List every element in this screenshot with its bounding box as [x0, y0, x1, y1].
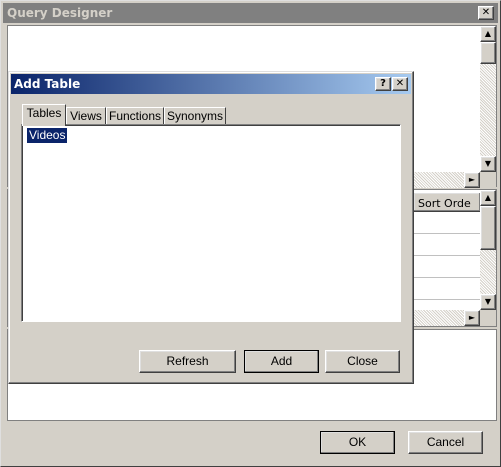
close-button[interactable]: Close — [325, 350, 400, 373]
grid-vertical-scrollbar[interactable]: ▲ ▼ — [480, 190, 496, 310]
diagram-scroll-thumb[interactable] — [480, 42, 496, 64]
grid-horizontal-scrollbar[interactable]: ► — [412, 310, 480, 326]
ok-button[interactable]: OK — [320, 431, 395, 454]
list-item[interactable]: Videos — [27, 128, 68, 143]
sort-order-column-header[interactable]: Sort Orde — [413, 192, 481, 212]
dialog-title: Add Table — [14, 77, 81, 91]
add-button[interactable]: Add — [244, 350, 319, 373]
diagram-vertical-scrollbar[interactable]: ▲ ▼ — [480, 26, 496, 172]
diagram-scroll-corner — [480, 172, 496, 188]
grid-cell[interactable] — [413, 234, 481, 256]
scroll-up-icon[interactable]: ▲ — [480, 190, 496, 206]
refresh-button[interactable]: Refresh — [139, 350, 236, 373]
scroll-up-icon[interactable]: ▲ — [480, 26, 496, 42]
grid-cell[interactable] — [413, 256, 481, 278]
grid-cell[interactable] — [413, 278, 481, 300]
dialog-close-icon[interactable]: ✕ — [392, 77, 408, 91]
main-close-icon[interactable]: ✕ — [478, 6, 494, 20]
scroll-down-icon[interactable]: ▼ — [480, 156, 496, 172]
help-icon[interactable]: ? — [375, 77, 391, 91]
sort-order-header-label: Sort Orde — [418, 197, 471, 210]
tables-list[interactable]: Videos — [21, 124, 401, 322]
tab-tables[interactable]: Tables — [22, 104, 66, 126]
scroll-right-icon[interactable]: ► — [464, 172, 480, 188]
diagram-horizontal-scrollbar[interactable]: ► — [412, 172, 480, 188]
cancel-button[interactable]: Cancel — [408, 431, 483, 454]
main-window-title: Query Designer — [7, 6, 113, 20]
scroll-right-icon[interactable]: ► — [464, 310, 480, 326]
main-title-bar[interactable]: Query Designer ✕ — [3, 3, 498, 23]
scroll-down-icon[interactable]: ▼ — [480, 294, 496, 310]
grid-scroll-thumb[interactable] — [480, 206, 496, 250]
grid-cell[interactable] — [413, 212, 481, 234]
dialog-title-bar[interactable]: Add Table ? ✕ — [11, 74, 411, 94]
grid-scroll-corner — [480, 310, 496, 326]
